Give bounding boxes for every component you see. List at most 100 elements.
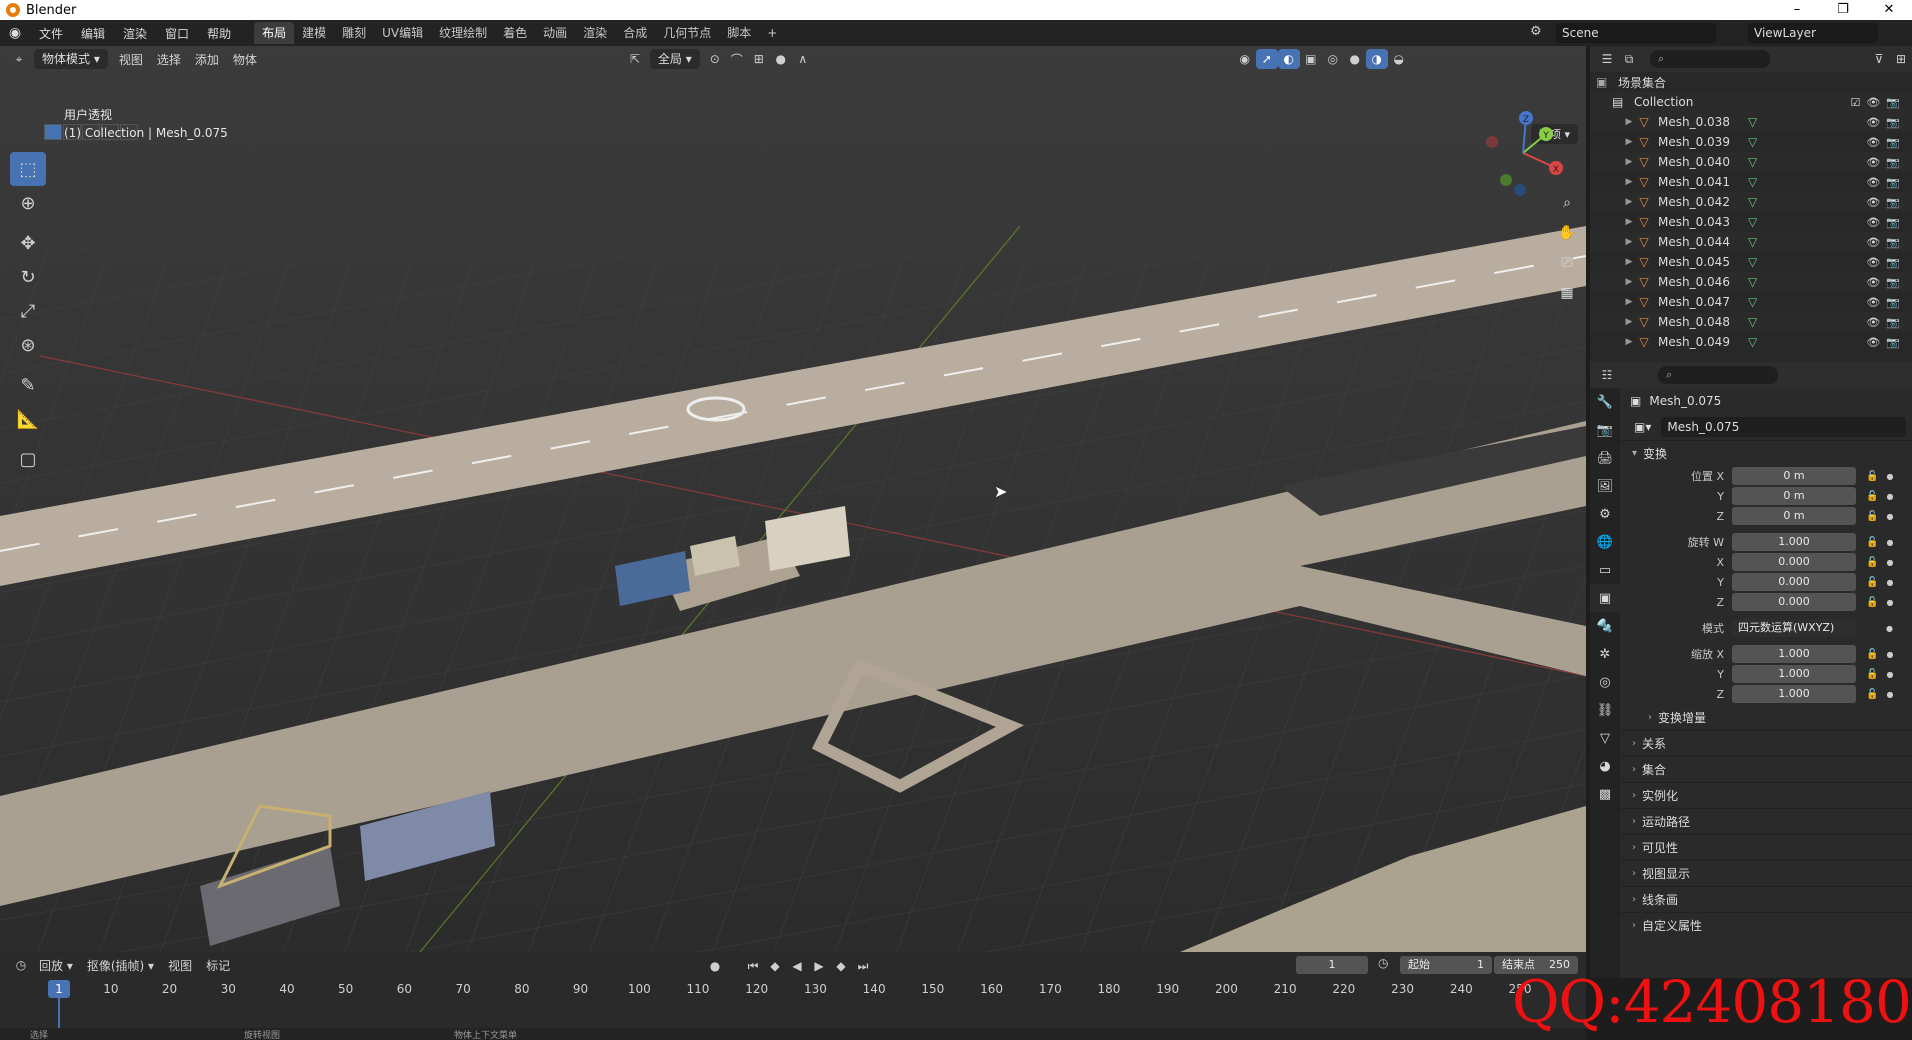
tab-texture-paint[interactable]: 纹理绘制	[431, 22, 495, 44]
transform-orientation-icon[interactable]: ⇱	[624, 49, 646, 69]
expand-arrow-icon[interactable]: ▶	[1622, 297, 1636, 307]
lock-icon[interactable]: 🔓	[1866, 471, 1878, 482]
menu-select[interactable]: 选择	[150, 51, 188, 68]
expand-arrow-icon[interactable]: ▶	[1622, 177, 1636, 187]
tab-geometry-nodes[interactable]: 几何节点	[655, 22, 719, 44]
menu-playback[interactable]: 回放 ▾	[32, 957, 80, 974]
ortho-toggle-icon[interactable]: ▦	[1556, 282, 1578, 304]
start-frame-field[interactable]: 起始 1	[1400, 956, 1492, 974]
menu-object[interactable]: 物体	[226, 51, 264, 68]
current-frame-indicator[interactable]: 1	[48, 980, 70, 998]
next-keyframe-icon[interactable]: ◆	[830, 956, 852, 976]
menu-help[interactable]: 帮助	[198, 25, 240, 42]
menu-view[interactable]: 视图	[161, 957, 199, 974]
visibility-render-icons[interactable]: 👁📷	[1866, 296, 1906, 309]
material-shading-icon[interactable]: ◑	[1365, 49, 1388, 69]
outliner-row[interactable]: ▶ ▽ Mesh_0.046 ▽ 👁📷	[1590, 272, 1912, 292]
outliner-row[interactable]: ▶ ▽ Mesh_0.045 ▽ 👁📷	[1590, 252, 1912, 272]
pan-hand-icon[interactable]: ✋	[1556, 222, 1578, 244]
object-browse-dropdown[interactable]: ▣▾	[1630, 417, 1656, 437]
expand-arrow-icon[interactable]: ▶	[1622, 317, 1636, 327]
tab-modeling[interactable]: 建模	[294, 22, 334, 44]
section-header[interactable]: › 自定义属性	[1620, 912, 1912, 938]
keyframe-dot[interactable]: ●	[1886, 598, 1893, 607]
lock-icon[interactable]: 🔓	[1866, 689, 1878, 700]
outliner-row[interactable]: ▶ ▽ Mesh_0.038 ▽ 👁📷	[1590, 112, 1912, 132]
visibility-render-icons[interactable]: 👁📷	[1866, 256, 1906, 269]
collection-tab-icon[interactable]: ▭	[1590, 556, 1620, 584]
properties-editor-icon[interactable]: ☷	[1596, 365, 1618, 385]
section-header[interactable]: › 视图显示	[1620, 860, 1912, 886]
particles-tab-icon[interactable]: ✲	[1590, 640, 1620, 668]
new-collection-icon[interactable]: ⊞	[1890, 49, 1912, 69]
prev-keyframe-icon[interactable]: ◆	[764, 956, 786, 976]
visibility-render-icons[interactable]: 👁📷	[1866, 216, 1906, 229]
menu-render[interactable]: 渲染	[114, 25, 156, 42]
section-header[interactable]: › 可见性	[1620, 834, 1912, 860]
keyframe-dot[interactable]: ●	[1886, 492, 1893, 501]
select-box-tool-icon[interactable]: ⬚	[10, 152, 46, 186]
annotate-tool-icon[interactable]: ✎	[10, 368, 46, 402]
scale-tool-icon[interactable]: ⤢	[10, 294, 46, 328]
outliner-row[interactable]: ▶ ▽ Mesh_0.048 ▽ 👁📷	[1590, 312, 1912, 332]
navigation-gizmo[interactable]: X Y Z	[1478, 108, 1568, 198]
expand-arrow-icon[interactable]: ▶	[1622, 137, 1636, 147]
expand-arrow-icon[interactable]: ▶	[1622, 337, 1636, 347]
section-header[interactable]: › 关系	[1620, 730, 1912, 756]
keyframe-dot[interactable]: ●	[1886, 558, 1893, 567]
lock-icon[interactable]: 🔓	[1866, 577, 1878, 588]
outliner-row[interactable]: ▶ ▽ Mesh_0.047 ▽ 👁📷	[1590, 292, 1912, 312]
output-tab-icon[interactable]: 🖨	[1590, 444, 1620, 472]
rendered-shading-icon[interactable]: ◒	[1388, 49, 1410, 69]
outliner-row[interactable]: ▶ ▽ Mesh_0.042 ▽ 👁📷	[1590, 192, 1912, 212]
expand-arrow-icon[interactable]: ▶	[1622, 117, 1636, 127]
visibility-render-icons[interactable]: 👁📷	[1866, 336, 1906, 349]
keyframe-dot[interactable]: ●	[1886, 472, 1893, 481]
scene-icon[interactable]: ⚙	[1530, 24, 1542, 39]
transform-orientation-dropdown[interactable]: 全局 ▾	[649, 49, 700, 69]
section-header[interactable]: › 实例化	[1620, 782, 1912, 808]
lock-icon[interactable]: 🔓	[1866, 649, 1878, 660]
keyframe-dot[interactable]: ●	[1886, 538, 1893, 547]
lock-icon[interactable]: 🔓	[1866, 511, 1878, 522]
snap-icon[interactable]: ⌒	[726, 49, 748, 69]
record-icon[interactable]: ●	[704, 956, 726, 976]
collection-visibility-icons[interactable]: ☑👁📷	[1850, 96, 1906, 109]
measure-tool-icon[interactable]: 📐	[10, 402, 46, 436]
scale-x-field[interactable]: 1.000	[1732, 645, 1856, 663]
blender-menu-icon[interactable]: ◉	[0, 25, 30, 41]
visibility-render-icons[interactable]: 👁📷	[1866, 316, 1906, 329]
visibility-render-icons[interactable]: 👁📷	[1866, 176, 1906, 189]
object-name-field[interactable]: Mesh_0.075	[1661, 417, 1906, 437]
menu-edit[interactable]: 编辑	[72, 25, 114, 42]
rotation-y-field[interactable]: 0.000	[1732, 573, 1856, 591]
location-z-field[interactable]: 0 m	[1732, 507, 1856, 525]
3d-viewport[interactable]: ⌖ 物体模式 ▾ 视图 选择 添加 物体 ⇱ 全局 ▾ ⊙ ⌒ ⊞ ● ∧ ◉ …	[0, 46, 1586, 952]
data-tab-icon[interactable]: ▽	[1590, 724, 1620, 752]
solid-shading-icon[interactable]: ●	[1344, 49, 1366, 69]
scale-y-field[interactable]: 1.000	[1732, 665, 1856, 683]
outliner-row[interactable]: ▶ ▽ Mesh_0.040 ▽ 👁📷	[1590, 152, 1912, 172]
scale-z-field[interactable]: 1.000	[1732, 685, 1856, 703]
keyframe-dot[interactable]: ●	[1886, 650, 1893, 659]
zoom-icon[interactable]: ⌕	[1556, 192, 1578, 214]
menu-keying[interactable]: 抠像(插帧) ▾	[80, 957, 161, 974]
outliner-editor-icon[interactable]: ☰	[1596, 49, 1618, 69]
keyframe-dot[interactable]: ●	[1886, 578, 1893, 587]
tab-rendering[interactable]: 渲染	[575, 22, 615, 44]
visibility-render-icons[interactable]: 👁📷	[1866, 116, 1906, 129]
location-y-field[interactable]: 0 m	[1732, 487, 1856, 505]
object-tab-icon[interactable]: ▣	[1590, 584, 1620, 612]
delta-transform-header[interactable]: › 变换增量	[1620, 704, 1912, 730]
move-tool-icon[interactable]: ✥	[10, 226, 46, 260]
rotation-z-field[interactable]: 0.000	[1732, 593, 1856, 611]
keyframe-dot[interactable]: ●	[1886, 624, 1893, 633]
visibility-render-icons[interactable]: 👁📷	[1866, 196, 1906, 209]
outliner-row[interactable]: ▶ ▽ Mesh_0.049 ▽ 👁📷	[1590, 332, 1912, 352]
add-workspace-button[interactable]: +	[759, 22, 785, 44]
tool-tab-icon[interactable]: 🔧	[1590, 388, 1620, 416]
select-new-icon[interactable]	[44, 124, 62, 140]
lock-icon[interactable]: 🔓	[1866, 669, 1878, 680]
tab-uv-editing[interactable]: UV编辑	[374, 22, 431, 44]
scene-tab-icon[interactable]: ⚙	[1590, 500, 1620, 528]
